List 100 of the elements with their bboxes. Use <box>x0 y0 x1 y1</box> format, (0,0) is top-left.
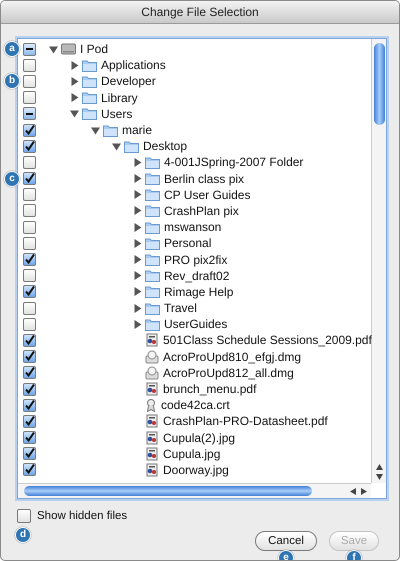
dialog-button[interactable]: Cancel <box>255 531 317 551</box>
checkbox[interactable] <box>23 398 36 412</box>
collapsed-triangle-icon[interactable] <box>133 320 142 329</box>
checkbox-label: Show hidden files <box>37 510 128 522</box>
folder-icon <box>145 302 160 315</box>
collapsed-triangle-icon[interactable] <box>70 60 79 70</box>
checkmark-icon <box>24 140 35 152</box>
folder-icon <box>145 204 160 218</box>
checkmark-icon <box>24 400 35 411</box>
tree-item-label[interactable]: Rimage Help <box>164 284 234 299</box>
collapsed-triangle-icon[interactable] <box>70 93 79 102</box>
collapsed-triangle-icon[interactable] <box>133 174 142 184</box>
collapsed-triangle-icon[interactable] <box>133 304 142 313</box>
folder-icon <box>145 172 160 186</box>
tree-item-label[interactable]: Personal <box>164 236 212 250</box>
checkbox[interactable] <box>23 382 36 396</box>
callout-badge: e <box>278 550 294 560</box>
scroll-up-arrow-icon[interactable] <box>376 464 382 470</box>
scroll-right-arrow-icon[interactable] <box>361 488 367 494</box>
checkbox[interactable] <box>23 431 36 444</box>
document-icon <box>145 446 159 461</box>
tree-item-label[interactable]: Desktop <box>143 139 188 154</box>
tree-item-label[interactable]: Berlin class pix <box>164 172 244 186</box>
expanded-triangle-icon[interactable] <box>91 126 100 135</box>
checkbox[interactable] <box>23 463 36 476</box>
hard-drive-icon <box>61 43 76 56</box>
collapsed-triangle-icon[interactable] <box>133 190 142 200</box>
collapsed-triangle-icon[interactable] <box>133 222 142 232</box>
checkbox[interactable] <box>23 334 36 347</box>
checkbox[interactable] <box>23 91 36 104</box>
checkbox[interactable] <box>23 269 36 282</box>
tree-item-label[interactable]: marie <box>122 123 152 138</box>
collapsed-triangle-icon[interactable] <box>133 238 142 248</box>
tree-item-label[interactable]: mswanson <box>164 220 222 234</box>
tree-item-label[interactable]: Applications <box>101 58 166 72</box>
checkbox[interactable] <box>23 414 36 428</box>
disk-image-icon <box>145 350 159 364</box>
folder-icon <box>145 318 160 331</box>
checkbox[interactable] <box>23 366 36 380</box>
tree-item-label[interactable]: Users <box>101 106 132 121</box>
tree-item-label[interactable]: Rev_draft02 <box>164 268 230 283</box>
checkbox[interactable] <box>17 509 31 523</box>
vertical-scrollbar[interactable] <box>371 39 386 483</box>
collapsed-triangle-icon[interactable] <box>133 271 142 280</box>
disk-image-icon <box>145 366 159 380</box>
tree-item-label[interactable]: AcroProUpd812_all.dmg <box>163 366 294 380</box>
horizontal-scrollbar[interactable] <box>18 483 371 498</box>
tree-item-label[interactable]: UserGuides <box>164 317 228 332</box>
tree-item-label[interactable]: Doorway.jpg <box>163 462 229 477</box>
checkbox[interactable] <box>23 74 36 88</box>
expanded-triangle-icon[interactable] <box>49 44 58 54</box>
tree-item-label[interactable]: Developer <box>101 74 156 88</box>
collapsed-triangle-icon[interactable] <box>133 206 142 216</box>
scroll-down-arrow-icon[interactable] <box>376 474 382 480</box>
tree-item-label[interactable]: Cupula(2).jpg <box>163 430 236 445</box>
collapsed-triangle-icon[interactable] <box>70 76 79 86</box>
checkbox[interactable] <box>23 350 36 364</box>
checkbox[interactable] <box>23 188 36 202</box>
expanded-triangle-icon[interactable] <box>70 109 79 118</box>
tree-item-label[interactable]: CrashPlan-PRO-Datasheet.pdf <box>163 414 328 428</box>
collapsed-triangle-icon[interactable] <box>133 158 142 167</box>
checkbox[interactable] <box>23 140 36 153</box>
checkbox[interactable] <box>23 253 36 266</box>
tree-item-label[interactable]: 501Class Schedule Sessions_2009.pdf <box>163 333 372 348</box>
scroll-left-arrow-icon[interactable] <box>350 488 356 494</box>
tree-item-label[interactable]: I Pod <box>80 42 108 56</box>
tree-item-label[interactable]: PRO pix2fix <box>164 252 228 267</box>
checkbox[interactable] <box>23 285 36 298</box>
checkmark-icon <box>24 416 35 427</box>
folder-icon <box>82 91 97 104</box>
tree-item-label[interactable]: Travel <box>164 301 197 316</box>
certificate-icon <box>145 398 157 412</box>
scrollbar-thumb[interactable] <box>24 486 312 496</box>
checkbox[interactable] <box>23 172 36 186</box>
checkbox[interactable] <box>23 42 36 56</box>
checkmark-icon <box>24 124 35 136</box>
checkbox[interactable] <box>23 302 36 315</box>
checkbox[interactable] <box>23 156 36 169</box>
checkmark-icon <box>24 254 35 266</box>
tree-item-label[interactable]: brunch_menu.pdf <box>163 382 256 396</box>
checkbox[interactable] <box>23 204 36 218</box>
tree-item-label[interactable]: CP User Guides <box>164 188 250 202</box>
checkbox[interactable] <box>23 447 36 460</box>
tree-item-label[interactable]: CrashPlan pix <box>164 204 239 218</box>
tree-item-label[interactable]: 4-001JSpring-2007 Folder <box>164 155 304 170</box>
tree-item-label[interactable]: Library <box>101 90 138 105</box>
checkbox[interactable] <box>23 236 36 250</box>
tree-item-label[interactable]: code42ca.crt <box>161 398 230 412</box>
folder-icon <box>145 188 160 202</box>
expanded-triangle-icon[interactable] <box>112 142 121 151</box>
checkbox[interactable] <box>23 318 36 331</box>
collapsed-triangle-icon[interactable] <box>133 255 142 264</box>
checkbox[interactable] <box>23 124 36 137</box>
scrollbar-thumb[interactable] <box>374 43 384 125</box>
tree-item-label[interactable]: Cupula.jpg <box>163 446 220 461</box>
tree-item-label[interactable]: AcroProUpd810_efgj.dmg <box>163 350 302 364</box>
checkbox[interactable] <box>23 107 36 120</box>
checkbox[interactable] <box>23 58 36 72</box>
checkbox[interactable] <box>23 220 36 234</box>
collapsed-triangle-icon[interactable] <box>133 287 142 296</box>
